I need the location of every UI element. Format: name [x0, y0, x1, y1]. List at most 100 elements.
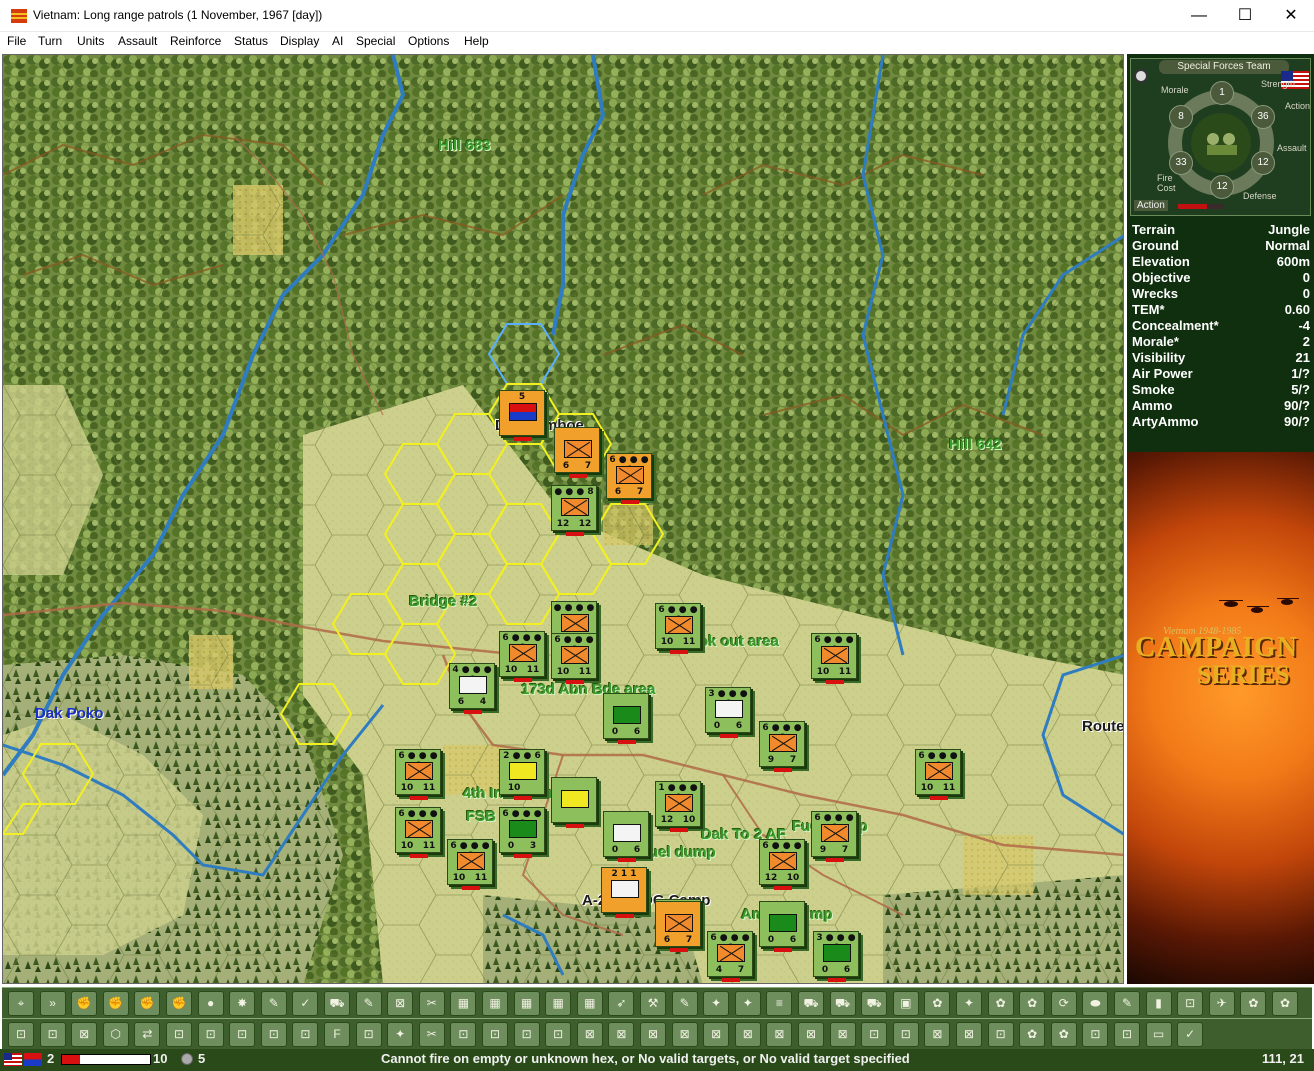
menu-file[interactable]: File [7, 34, 26, 48]
toolbar2-button-icon[interactable]: ⊠ [924, 1022, 951, 1047]
toolbar2-button-icon[interactable]: ⊠ [798, 1022, 824, 1047]
toolbar2-button-icon[interactable]: ▭ [1145, 1022, 1172, 1047]
maximize-button[interactable]: ☐ [1222, 0, 1268, 32]
toolbar2-button-icon[interactable]: ⊡ [1114, 1022, 1140, 1047]
menu-status[interactable]: Status [234, 34, 268, 48]
toolbar2-button-icon[interactable]: ✂ [418, 1022, 445, 1047]
unit-counter[interactable]: 6 ● ● ● 61011 [551, 633, 597, 684]
toolbar1-button-icon[interactable]: ▦ [513, 991, 540, 1016]
unit-counter[interactable]: 3 ● ● ● 606 [705, 687, 751, 738]
toolbar2-button-icon[interactable]: ⊡ [166, 1022, 192, 1047]
unit-counter[interactable]: 2 1 1 [601, 867, 647, 918]
toolbar1-button-icon[interactable]: ✎ [355, 991, 382, 1016]
toolbar1-button-icon[interactable]: ⛟ [798, 991, 824, 1016]
toolbar2-button-icon[interactable]: F [324, 1022, 350, 1047]
toolbar1-button-icon[interactable]: ⛟ [829, 991, 856, 1016]
unit-counter[interactable]: 6 ● ● ● 603 [499, 807, 545, 858]
unit-counter[interactable]: 6 ● ● ● 697 [811, 811, 857, 862]
toolbar1-button-icon[interactable]: ✦ [956, 991, 982, 1016]
toolbar2-button-icon[interactable]: ⊡ [229, 1022, 256, 1047]
toolbar1-button-icon[interactable]: ✿ [924, 991, 951, 1016]
unit-counter[interactable]: 6 ● ● ● 61011 [811, 633, 857, 684]
toolbar2-button-icon[interactable]: ⊠ [956, 1022, 982, 1047]
toolbar2-button-icon[interactable]: ⊡ [292, 1022, 319, 1047]
toolbar2-button-icon[interactable]: ⊡ [39, 1022, 66, 1047]
unit-counter[interactable]: 6 ● ● ● 61011 [915, 749, 961, 800]
toolbar2-button-icon[interactable]: ⊡ [355, 1022, 382, 1047]
unit-counter[interactable]: ● ● ● 8 12 12 [551, 485, 597, 536]
toolbar2-button-icon[interactable]: ⊡ [260, 1022, 287, 1047]
toolbar2-button-icon[interactable]: ⊡ [861, 1022, 888, 1047]
unit-counter[interactable]: 6 ● ● ● 61011 [447, 839, 493, 890]
toolbar1-button-icon[interactable]: ≡ [766, 991, 793, 1016]
toolbar1-button-icon[interactable]: ✸ [229, 991, 256, 1016]
toolbar1-button-icon[interactable]: ● [197, 991, 224, 1016]
toolbar1-button-icon[interactable]: ⌖ [8, 991, 34, 1016]
toolbar1-button-icon[interactable]: ⬬ [1082, 991, 1109, 1016]
toolbar1-button-icon[interactable]: ⟳ [1050, 991, 1077, 1016]
toolbar2-button-icon[interactable]: ✿ [1019, 1022, 1046, 1047]
toolbar2-button-icon[interactable]: ✓ [1177, 1022, 1204, 1047]
toolbar1-button-icon[interactable]: ▮ [1145, 991, 1172, 1016]
unit-card[interactable]: Special Forces Team Strength Morale Acti… [1130, 58, 1311, 216]
unit-counter[interactable]: 06 [603, 811, 649, 862]
toolbar1-button-icon[interactable]: ✿ [1240, 991, 1267, 1016]
toolbar2-button-icon[interactable]: ⇄ [134, 1022, 161, 1047]
toolbar2-button-icon[interactable]: ⊡ [1082, 1022, 1109, 1047]
menu-options[interactable]: Options [408, 34, 449, 48]
toolbar2-button-icon[interactable]: ⊡ [482, 1022, 508, 1047]
toolbar1-button-icon[interactable]: ⛟ [861, 991, 888, 1016]
toolbar1-button-icon[interactable]: ⚒ [640, 991, 666, 1016]
toolbar1-button-icon[interactable]: ▦ [482, 991, 508, 1016]
toolbar2-button-icon[interactable]: ⬡ [102, 1022, 129, 1047]
unit-counter[interactable]: 5 [499, 390, 545, 441]
unit-counter[interactable]: 1 ● ● ● 61210 [655, 781, 701, 832]
toolbar1-button-icon[interactable]: ✿ [1272, 991, 1298, 1016]
unit-counter[interactable]: 06 [603, 693, 649, 744]
toolbar1-button-icon[interactable]: ✎ [671, 991, 698, 1016]
toolbar1-button-icon[interactable]: ✦ [734, 991, 761, 1016]
toolbar1-button-icon[interactable]: ✎ [1114, 991, 1140, 1016]
toolbar2-button-icon[interactable]: ⊠ [640, 1022, 666, 1047]
menu-assault[interactable]: Assault [118, 34, 157, 48]
toolbar1-button-icon[interactable]: ✊ [166, 991, 192, 1016]
menu-units[interactable]: Units [77, 34, 104, 48]
menu-turn[interactable]: Turn [38, 34, 62, 48]
toolbar1-button-icon[interactable]: ⛟ [324, 991, 350, 1016]
toolbar1-button-icon[interactable]: ✊ [102, 991, 129, 1016]
toolbar2-button-icon[interactable]: ⊡ [987, 1022, 1014, 1047]
toolbar1-button-icon[interactable]: ✂ [418, 991, 445, 1016]
unit-counter[interactable] [551, 777, 597, 828]
target-icon[interactable] [1134, 69, 1148, 83]
toolbar2-button-icon[interactable]: ⊠ [829, 1022, 856, 1047]
toolbar2-button-icon[interactable]: ⊠ [703, 1022, 730, 1047]
toolbar1-button-icon[interactable]: ▦ [576, 991, 603, 1016]
toolbar2-button-icon[interactable]: ⊡ [197, 1022, 224, 1047]
unit-counter[interactable]: 4 ● ● ● 664 [449, 663, 495, 714]
toolbar2-button-icon[interactable]: ⊠ [608, 1022, 635, 1047]
unit-counter[interactable]: 67 [655, 901, 701, 952]
toolbar2-button-icon[interactable]: ⊡ [892, 1022, 919, 1047]
unit-counter[interactable]: 6 ● ● ● 61011 [395, 807, 441, 858]
toolbar1-button-icon[interactable]: ▦ [450, 991, 477, 1016]
toolbar2-button-icon[interactable]: ✦ [387, 1022, 414, 1047]
toolbar2-button-icon[interactable]: ✿ [1050, 1022, 1077, 1047]
unit-counter[interactable]: 2 ● ● 6 10 [499, 749, 545, 800]
toolbar2-button-icon[interactable]: ⊡ [545, 1022, 572, 1047]
unit-counter[interactable]: 6 ● ● ● 61011 [655, 603, 701, 654]
toolbar1-button-icon[interactable]: ▦ [545, 991, 572, 1016]
toolbar2-button-icon[interactable]: ⊡ [513, 1022, 540, 1047]
toolbar2-button-icon[interactable]: ⊠ [576, 1022, 603, 1047]
toolbar1-button-icon[interactable]: ⊡ [1177, 991, 1204, 1016]
toolbar2-button-icon[interactable]: ⊠ [671, 1022, 698, 1047]
unit-counter[interactable]: 3 ● ● ● 606 [813, 931, 859, 982]
unit-counter[interactable]: 6 ● ● ● 61210 [759, 839, 805, 890]
menu-special[interactable]: Special [356, 34, 395, 48]
unit-counter[interactable]: 6 ● ● ● 61011 [499, 631, 545, 682]
toolbar1-button-icon[interactable]: ✓ [292, 991, 319, 1016]
toolbar2-button-icon[interactable]: ⊠ [766, 1022, 793, 1047]
toolbar2-button-icon[interactable]: ⊠ [71, 1022, 98, 1047]
close-button[interactable]: ✕ [1268, 0, 1314, 32]
unit-counter[interactable]: 6 ● ● ● 647 [707, 931, 753, 982]
toolbar1-button-icon[interactable]: ▣ [892, 991, 919, 1016]
